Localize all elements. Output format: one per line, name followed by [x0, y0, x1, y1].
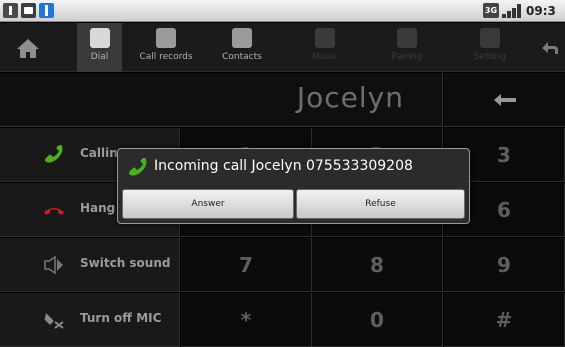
tab-label: Call records [139, 52, 193, 62]
turn-off-mic-label: Turn off MIC [80, 311, 162, 325]
backspace-icon [493, 93, 516, 106]
signal-icon [502, 3, 524, 18]
key-hash[interactable]: # [444, 293, 565, 347]
bluetooth-icon [39, 3, 54, 18]
top-toolbar: Dial Call records Contacts Music Pairing… [0, 23, 565, 72]
switch-sound-button[interactable]: Switch sound [0, 238, 180, 292]
tab-label: Pairing [391, 52, 423, 62]
tab-label: Dial [90, 52, 109, 62]
3g-icon: 3G [483, 3, 499, 18]
turn-off-mic-button[interactable]: Turn off MIC [0, 293, 180, 347]
tab-dial[interactable]: Dial [77, 23, 122, 72]
key-7[interactable]: 7 [181, 238, 312, 292]
incoming-call-dialog: Incoming call Jocelyn 075533309208 Answe… [117, 148, 470, 224]
contacts-icon [232, 28, 252, 48]
display-text: Jocelyn [296, 81, 404, 114]
key-star[interactable]: * [181, 293, 312, 347]
call-records-icon [156, 28, 176, 48]
phone-icon [129, 158, 147, 176]
speaker-icon [44, 255, 63, 275]
hang-up-icon [44, 208, 64, 215]
tab-label: Contacts [222, 52, 262, 62]
status-bar: 3G 09:3 [0, 0, 565, 22]
tab-contacts[interactable]: Contacts [210, 23, 274, 72]
mic-off-icon [44, 313, 64, 329]
tab-music[interactable]: Music [290, 23, 360, 72]
clock: 09:3 [526, 4, 556, 18]
backspace-button[interactable] [444, 73, 565, 127]
switch-sound-label: Switch sound [80, 256, 171, 270]
home-button[interactable] [0, 23, 55, 72]
usb-icon [3, 3, 18, 18]
setting-icon [480, 28, 500, 48]
key-0[interactable]: 0 [312, 293, 443, 347]
refuse-button[interactable]: Refuse [296, 189, 465, 219]
back-button[interactable] [535, 23, 565, 72]
call-icon [45, 145, 63, 163]
key-9[interactable]: 9 [444, 238, 565, 292]
pairing-icon [397, 28, 417, 48]
dialog-title: Incoming call Jocelyn 075533309208 [154, 158, 413, 174]
tab-setting[interactable]: Setting [455, 23, 525, 72]
sd-card-icon [21, 3, 36, 18]
number-display: Jocelyn [0, 73, 443, 127]
home-icon [16, 38, 39, 58]
tab-call-records[interactable]: Call records [128, 23, 204, 72]
key-8[interactable]: 8 [312, 238, 443, 292]
tab-pairing[interactable]: Pairing [372, 23, 442, 72]
back-arrow-icon [542, 41, 558, 54]
dial-icon [89, 28, 110, 48]
music-icon [315, 28, 335, 48]
tab-label: Setting [473, 52, 507, 62]
answer-button[interactable]: Answer [122, 189, 294, 219]
tab-label: Music [312, 52, 338, 62]
